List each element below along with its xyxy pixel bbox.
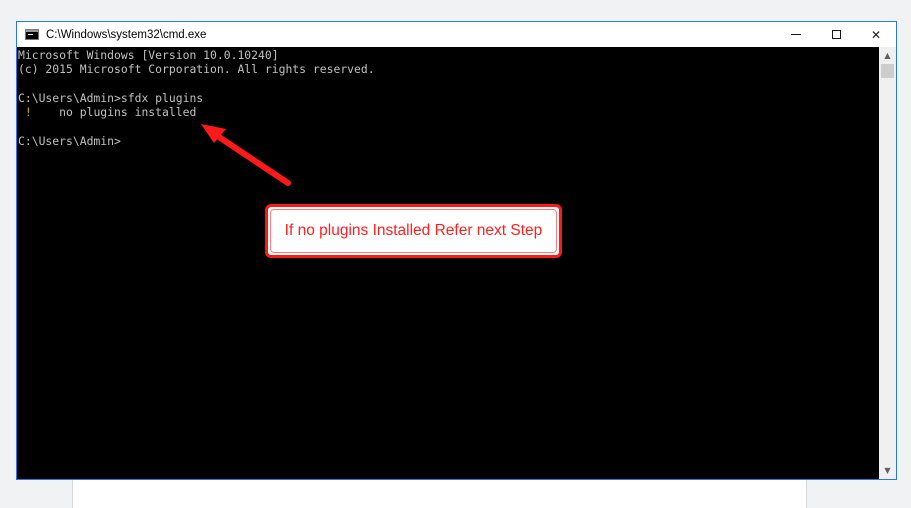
close-button[interactable]: ✕ xyxy=(856,22,896,47)
maximize-icon xyxy=(831,30,841,39)
window-title: C:\Windows\system32\cmd.exe xyxy=(46,28,207,41)
caption-buttons: ✕ xyxy=(776,22,896,47)
scroll-down-button[interactable]: ▼ xyxy=(879,462,896,479)
maximize-button[interactable] xyxy=(816,22,856,47)
vertical-scrollbar[interactable]: ▲ ▼ xyxy=(879,47,896,479)
minimize-icon xyxy=(791,34,801,35)
console-line: (c) 2015 Microsoft Corporation. All righ… xyxy=(18,62,375,76)
console-line: C:\Users\Admin>sfdx plugins xyxy=(18,91,204,105)
warning-mark: ! xyxy=(18,105,32,119)
close-icon: ✕ xyxy=(870,27,882,42)
console-line: Microsoft Windows [Version 10.0.10240] xyxy=(18,48,279,62)
console-output[interactable]: Microsoft Windows [Version 10.0.10240] (… xyxy=(17,47,879,479)
cmd-icon[interactable] xyxy=(25,29,39,40)
console-warning-line: ! no plugins installed xyxy=(18,105,196,119)
chevron-down-icon: ▼ xyxy=(884,466,891,475)
annotation-text: If no plugins Installed Refer next Step xyxy=(284,222,543,239)
title-bar[interactable]: C:\Windows\system32\cmd.exe ✕ xyxy=(17,22,896,47)
scroll-thumb[interactable] xyxy=(881,64,894,78)
background-page xyxy=(72,478,807,508)
warning-text: no plugins installed xyxy=(31,105,197,119)
scroll-up-button[interactable]: ▲ xyxy=(879,47,896,64)
minimize-button[interactable] xyxy=(776,22,816,47)
chevron-up-icon: ▲ xyxy=(884,51,891,60)
console-prompt-line: C:\Users\Admin> xyxy=(18,134,121,148)
annotation-callout: If no plugins Installed Refer next Step xyxy=(265,204,562,258)
